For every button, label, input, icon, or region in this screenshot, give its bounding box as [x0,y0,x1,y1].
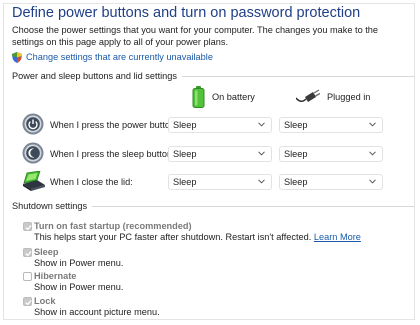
chevron-down-icon [369,151,376,156]
group-divider [92,205,414,207]
sleep-button-battery-value: Sleep [173,149,197,159]
power-plug-icon [296,89,320,102]
chevron-down-icon [258,122,265,127]
fast-startup-description-text: This helps start your PC faster after sh… [34,232,312,242]
change-settings-link-text: Change settings that are currently unava… [26,52,213,62]
hibernate-option-description: Show in Power menu. [34,282,124,292]
fast-startup-description: This helps start your PC faster after sh… [34,232,361,242]
uac-shield-icon [12,51,22,63]
chevron-down-icon [258,179,265,184]
hibernate-option-label: Hibernate [34,271,77,281]
power-button-plugged-select[interactable]: Sleep [279,117,383,133]
chevron-down-icon [258,151,265,156]
lock-option-label: Lock [34,296,56,306]
group-divider [181,75,414,77]
page-title: Define power buttons and turn on passwor… [12,5,361,21]
sleep-button-label: When I press the sleep button: [50,149,175,159]
checkmark-icon [25,224,32,231]
power-button-plugged-value: Sleep [284,120,308,130]
hibernate-checkbox[interactable] [23,272,32,281]
sleep-button-plugged-value: Sleep [284,149,308,159]
power-group-header: Power and sleep buttons and lid settings [12,71,414,81]
sleep-checkbox[interactable] [23,248,32,257]
laptop-lid-icon [23,171,45,191]
sleep-button-icon [22,142,44,164]
close-lid-plugged-value: Sleep [284,177,308,187]
close-lid-plugged-select[interactable]: Sleep [279,174,383,190]
checkmark-icon [25,299,32,306]
fast-startup-label: Turn on fast startup (recommended) [34,221,192,231]
power-button-battery-value: Sleep [173,120,197,130]
on-battery-label: On battery [212,92,255,102]
fast-startup-checkbox[interactable] [23,222,32,231]
sleep-option-description: Show in Power menu. [34,258,124,268]
chevron-down-icon [369,179,376,184]
lock-option-description: Show in account picture menu. [34,307,160,317]
plugged-in-label: Plugged in [327,92,371,102]
change-settings-link[interactable]: Change settings that are currently unava… [12,50,213,64]
close-lid-battery-select[interactable]: Sleep [168,174,272,190]
lock-checkbox[interactable] [23,297,32,306]
learn-more-link[interactable]: Learn More [314,232,361,242]
plugged-in-header: Plugged in [296,84,370,110]
power-button-label: When I press the power button: [50,120,178,130]
power-group-title: Power and sleep buttons and lid settings [12,71,177,81]
checkmark-icon [25,250,32,257]
power-button-battery-select[interactable]: Sleep [168,117,272,133]
shutdown-group-title: Shutdown settings [12,201,88,211]
battery-icon [192,86,205,108]
sleep-button-plugged-select[interactable]: Sleep [279,146,383,162]
chevron-down-icon [369,122,376,127]
page-description: Choose the power settings that you want … [12,25,379,47]
sleep-button-battery-select[interactable]: Sleep [168,146,272,162]
close-lid-battery-value: Sleep [173,177,197,187]
shutdown-group-header: Shutdown settings [12,201,414,211]
close-lid-label: When I close the lid: [50,177,133,187]
on-battery-header: On battery [192,84,255,110]
sleep-option-label: Sleep [34,247,59,257]
power-button-icon [22,113,44,135]
